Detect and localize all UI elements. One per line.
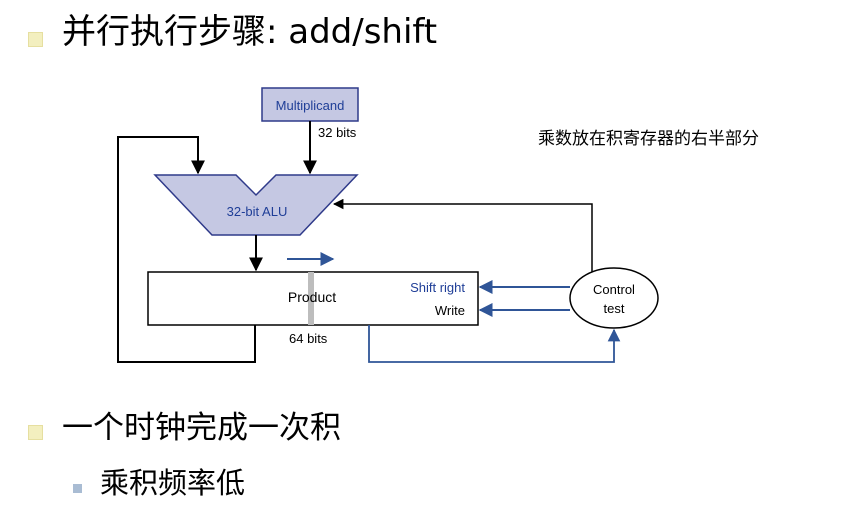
multiplicand-label: Multiplicand [276, 98, 345, 113]
product-to-alu-feedback-arrow [117, 136, 256, 363]
multiplicand-bits-label: 32 bits [318, 125, 357, 140]
bullet-1-icon [28, 425, 43, 440]
alu-block: 32-bit ALU [153, 174, 359, 236]
shift-right-label: Shift right [410, 280, 465, 295]
control-test-unit: Control test [569, 267, 659, 329]
bullet-1-text: 一个时钟完成一次积 [62, 410, 341, 446]
product-bits-label: 64 bits [289, 331, 328, 346]
multiplicand-register: Multiplicand [261, 87, 359, 122]
alu-label: 32-bit ALU [227, 204, 288, 219]
product-register: Product Shift right Write [147, 271, 479, 326]
control-to-alu-arrow [332, 198, 593, 272]
control-label: Control [593, 282, 635, 297]
sub-bullet-1-text: 乘积频率低 [100, 466, 246, 500]
product-to-control-arrow [368, 325, 621, 363]
product-label: Product [288, 289, 336, 305]
write-label: Write [435, 303, 465, 318]
test-label: test [604, 301, 625, 316]
sub-bullet-1-icon [73, 484, 82, 493]
